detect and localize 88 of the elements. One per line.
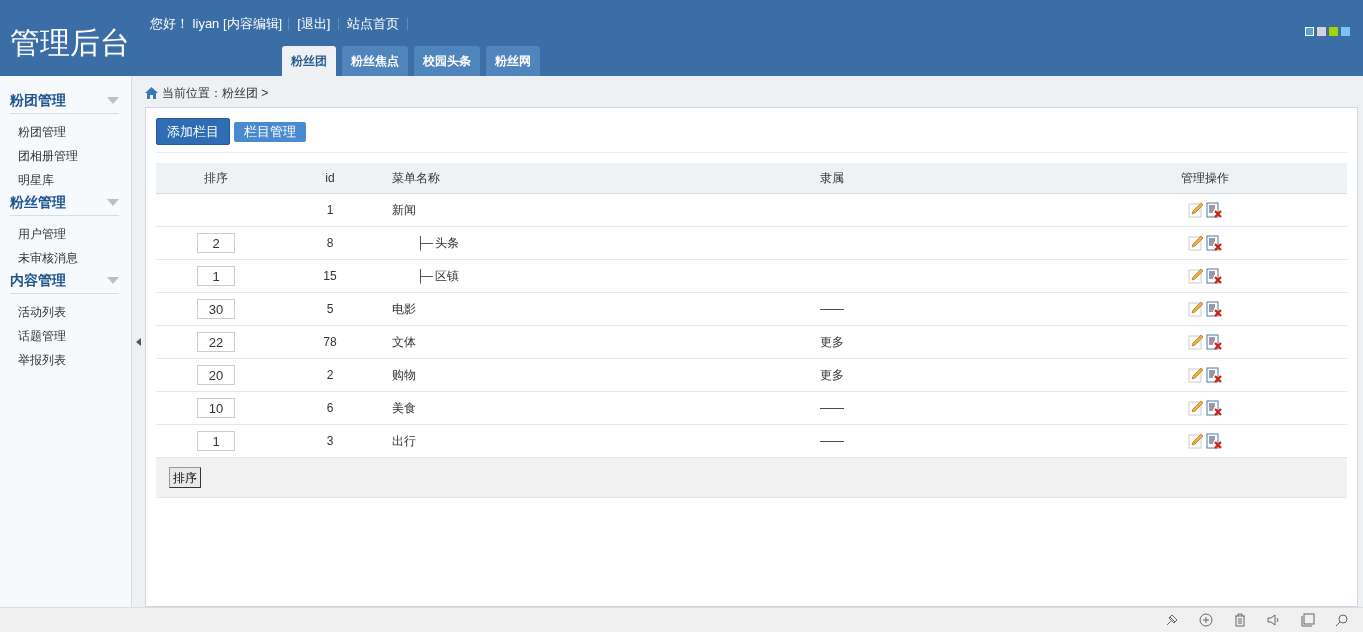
breadcrumb-text: 当前位置：粉丝团 > (162, 84, 269, 102)
nav-tab[interactable]: 粉丝团 (282, 46, 336, 76)
pencil-icon[interactable] (1187, 433, 1204, 449)
column-header: 隶属 (820, 171, 844, 185)
layout-icon[interactable] (1305, 27, 1314, 36)
collapse-arrow-icon[interactable] (136, 337, 141, 346)
delete-document-icon[interactable] (1205, 268, 1222, 284)
sidebar-item[interactable]: 未审核消息 (10, 246, 119, 270)
order-input[interactable]: 1 (197, 266, 235, 286)
parent-cell: —— (820, 401, 844, 415)
sidebar-item[interactable]: 用户管理 (10, 222, 119, 246)
pencil-icon[interactable] (1187, 334, 1204, 350)
header-link[interactable]: [退出] (295, 14, 333, 34)
nav-tab[interactable]: 粉丝焦点 (342, 46, 408, 76)
order-input[interactable]: 10 (197, 398, 235, 418)
id-cell-text: 6 (326, 400, 334, 417)
action-button[interactable]: 栏目管理 (234, 122, 306, 142)
sidebar-item[interactable]: 举报列表 (10, 348, 119, 372)
nav-tab[interactable]: 校园头条 (414, 46, 480, 76)
sidebar-item[interactable]: 明星库 (10, 168, 119, 192)
parent-cell: 更多 (820, 368, 844, 382)
home-icon (145, 86, 158, 99)
sort-button[interactable]: 排序 (169, 467, 201, 488)
column-header: 排序 (204, 171, 228, 185)
trash-icon[interactable] (1233, 613, 1247, 627)
menu-name-cell-text: 购物 (392, 367, 416, 384)
pencil-icon[interactable] (1187, 400, 1204, 416)
id-cell-text: 3 (326, 433, 334, 450)
menu-name-cell-text: 美食 (392, 400, 416, 417)
id-cell-text: 1 (326, 202, 334, 219)
header-link[interactable]: 站点首页 (345, 14, 402, 34)
pencil-icon[interactable] (1187, 235, 1204, 251)
delete-document-icon[interactable] (1205, 367, 1222, 383)
column-header: 菜单名称 (392, 171, 440, 185)
sidebar-item[interactable]: 团相册管理 (10, 144, 119, 168)
tree-branch: ├─ (416, 268, 433, 285)
delete-document-icon[interactable] (1205, 301, 1222, 317)
delete-document-icon[interactable] (1205, 400, 1222, 416)
window-icon[interactable] (1301, 613, 1315, 627)
theme-swatch[interactable] (1341, 27, 1350, 36)
id-cell-text: 78 (323, 334, 337, 351)
delete-document-icon[interactable] (1205, 433, 1222, 449)
action-button[interactable]: 添加栏目 (156, 118, 230, 145)
menu-name-cell-text: 头条 (435, 235, 459, 252)
menu-name-cell-text: 新闻 (392, 202, 416, 219)
greeting-text: 您好！ liyan [内容编辑] (150, 15, 283, 33)
parent-cell: —— (820, 302, 844, 316)
sidebar-group-header[interactable]: 粉团管理 (10, 90, 119, 114)
delete-document-icon[interactable] (1205, 235, 1222, 251)
app-logo: 管理后台 (9, 25, 131, 61)
delete-document-icon[interactable] (1205, 202, 1222, 218)
menu-name-cell-text: 出行 (392, 433, 416, 450)
order-input[interactable]: 22 (197, 332, 235, 352)
order-input[interactable]: 30 (197, 299, 235, 319)
sidebar-group-title: 粉丝管理 (10, 193, 66, 212)
pencil-icon[interactable] (1187, 268, 1204, 284)
parent-cell: 更多 (820, 335, 844, 349)
sidebar-group-title: 粉团管理 (10, 91, 66, 110)
add-circle-icon[interactable] (1199, 613, 1213, 627)
theme-swatch[interactable] (1329, 27, 1338, 36)
id-cell-text: 8 (326, 235, 334, 252)
search-icon[interactable] (1335, 613, 1349, 627)
nav-tab[interactable]: 粉丝网 (486, 46, 540, 76)
tree-branch: ├─ (416, 235, 433, 252)
sidebar-group-header[interactable]: 内容管理 (10, 270, 119, 294)
sidebar-group-header[interactable]: 粉丝管理 (10, 192, 119, 216)
id-cell-text: 2 (326, 367, 334, 384)
order-input[interactable]: 1 (197, 431, 235, 451)
order-input[interactable]: 2 (197, 233, 235, 253)
column-header: 管理操作 (1180, 171, 1229, 185)
pencil-icon[interactable] (1187, 367, 1204, 383)
menu-name-cell-text: 电影 (392, 301, 416, 318)
pencil-icon[interactable] (1187, 202, 1204, 218)
theme-swatch[interactable] (1317, 27, 1326, 36)
sidebar-item[interactable]: 粉团管理 (10, 120, 119, 144)
sidebar-group-title: 内容管理 (10, 271, 66, 290)
pencil-icon[interactable] (1187, 301, 1204, 317)
menu-name-cell-text: 文体 (392, 334, 416, 351)
delete-document-icon[interactable] (1205, 334, 1222, 350)
id-cell-text: 15 (323, 268, 337, 285)
column-header: id (325, 171, 335, 185)
speaker-icon[interactable] (1267, 613, 1281, 627)
id-cell-text: 5 (326, 301, 334, 318)
order-input[interactable]: 20 (197, 365, 235, 385)
sidebar-item[interactable]: 活动列表 (10, 300, 119, 324)
menu-name-cell-text: 区镇 (435, 268, 459, 285)
parent-cell: —— (820, 434, 844, 448)
sidebar-item[interactable]: 话题管理 (10, 324, 119, 348)
